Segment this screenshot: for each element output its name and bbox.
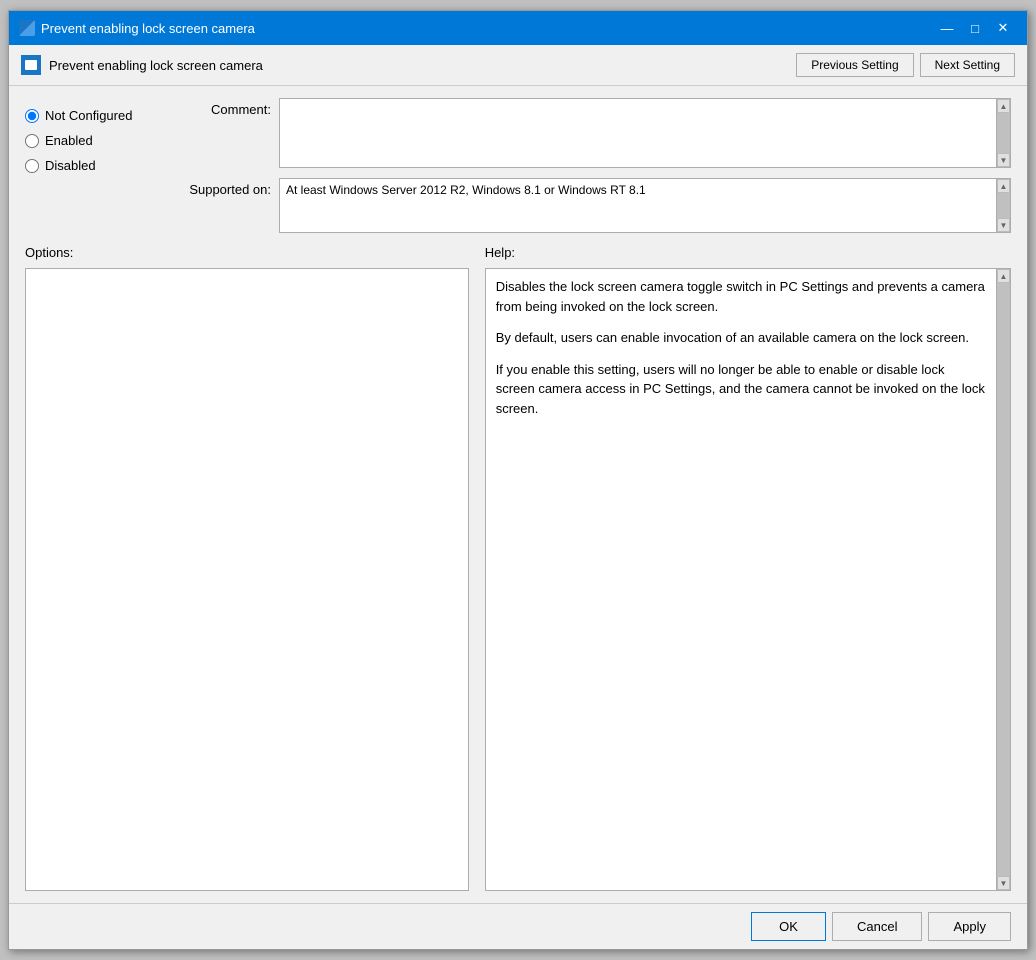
supported-scroll-down[interactable]: ▼: [997, 218, 1010, 232]
help-scroll-thumb[interactable]: [997, 283, 1010, 876]
help-header-label: Help:: [485, 245, 1011, 260]
help-scrollbar: ▲ ▼: [997, 268, 1011, 891]
dialog-header-left: Prevent enabling lock screen camera: [21, 55, 263, 75]
apply-button[interactable]: Apply: [928, 912, 1011, 941]
help-box: Disables the lock screen camera toggle s…: [485, 268, 997, 891]
radio-disabled-input[interactable]: [25, 159, 39, 173]
right-section: Comment: ▲ ▼ Supported on: At least: [181, 98, 1011, 233]
ok-button[interactable]: OK: [751, 912, 826, 941]
radio-not-configured[interactable]: Not Configured: [25, 108, 165, 123]
comment-scroll-down[interactable]: ▼: [997, 153, 1010, 167]
supported-scrollbar-wrapper: At least Windows Server 2012 R2, Windows…: [279, 178, 1011, 233]
window-icon: [19, 20, 35, 36]
help-scrollbar-wrapper: Disables the lock screen camera toggle s…: [485, 268, 1011, 891]
comment-textarea[interactable]: [279, 98, 997, 168]
maximize-button[interactable]: □: [961, 17, 989, 39]
minimize-button[interactable]: —: [933, 17, 961, 39]
comment-scrollbar: ▲ ▼: [997, 98, 1011, 168]
comment-scrollbar-wrapper: ▲ ▼: [279, 98, 1011, 168]
help-para-3: If you enable this setting, users will n…: [496, 360, 986, 419]
dialog-header-title: Prevent enabling lock screen camera: [49, 58, 263, 73]
radio-not-configured-label: Not Configured: [45, 108, 132, 123]
radio-disabled[interactable]: Disabled: [25, 158, 165, 173]
radio-enabled-label: Enabled: [45, 133, 93, 148]
supported-scrollbar: ▲ ▼: [997, 178, 1011, 233]
section-headers: Options: Help:: [25, 245, 1011, 260]
dialog-header: Prevent enabling lock screen camera Prev…: [9, 45, 1027, 86]
main-window: Prevent enabling lock screen camera — □ …: [8, 10, 1028, 950]
comment-label: Comment:: [181, 98, 271, 117]
radio-not-configured-input[interactable]: [25, 109, 39, 123]
supported-field-group: Supported on: At least Windows Server 20…: [181, 178, 1011, 233]
top-section: Not Configured Enabled Disabled Comment:: [25, 98, 1011, 233]
help-scroll-up[interactable]: ▲: [997, 269, 1010, 283]
comment-scroll-up[interactable]: ▲: [997, 99, 1010, 113]
options-pane: [25, 268, 469, 891]
supported-scroll-thumb[interactable]: [997, 193, 1010, 218]
dialog-header-buttons: Previous Setting Next Setting: [796, 53, 1015, 77]
previous-setting-button[interactable]: Previous Setting: [796, 53, 913, 77]
radio-enabled[interactable]: Enabled: [25, 133, 165, 148]
next-setting-button[interactable]: Next Setting: [920, 53, 1015, 77]
supported-scroll-up[interactable]: ▲: [997, 179, 1010, 193]
title-bar: Prevent enabling lock screen camera — □ …: [9, 11, 1027, 45]
help-para-2: By default, users can enable invocation …: [496, 328, 986, 348]
dialog-body: Not Configured Enabled Disabled Comment:: [9, 86, 1027, 903]
dialog-footer: OK Cancel Apply: [9, 903, 1027, 949]
comment-field-group: Comment: ▲ ▼: [181, 98, 1011, 168]
supported-label: Supported on:: [181, 178, 271, 197]
cancel-button[interactable]: Cancel: [832, 912, 922, 941]
supported-text: At least Windows Server 2012 R2, Windows…: [279, 178, 997, 233]
title-bar-left: Prevent enabling lock screen camera: [19, 20, 255, 36]
options-header-label: Options:: [25, 245, 469, 260]
help-scroll-down[interactable]: ▼: [997, 876, 1010, 890]
options-help-section: Disables the lock screen camera toggle s…: [25, 268, 1011, 891]
radio-disabled-label: Disabled: [45, 158, 96, 173]
help-pane: Disables the lock screen camera toggle s…: [485, 268, 1011, 891]
help-para-1: Disables the lock screen camera toggle s…: [496, 277, 986, 316]
policy-icon: [21, 55, 41, 75]
title-bar-controls: — □ ✕: [933, 17, 1017, 39]
close-button[interactable]: ✕: [989, 17, 1017, 39]
radio-group: Not Configured Enabled Disabled: [25, 98, 165, 233]
window-title: Prevent enabling lock screen camera: [41, 21, 255, 36]
options-box: [25, 268, 469, 891]
radio-enabled-input[interactable]: [25, 134, 39, 148]
comment-scroll-thumb[interactable]: [997, 113, 1010, 153]
